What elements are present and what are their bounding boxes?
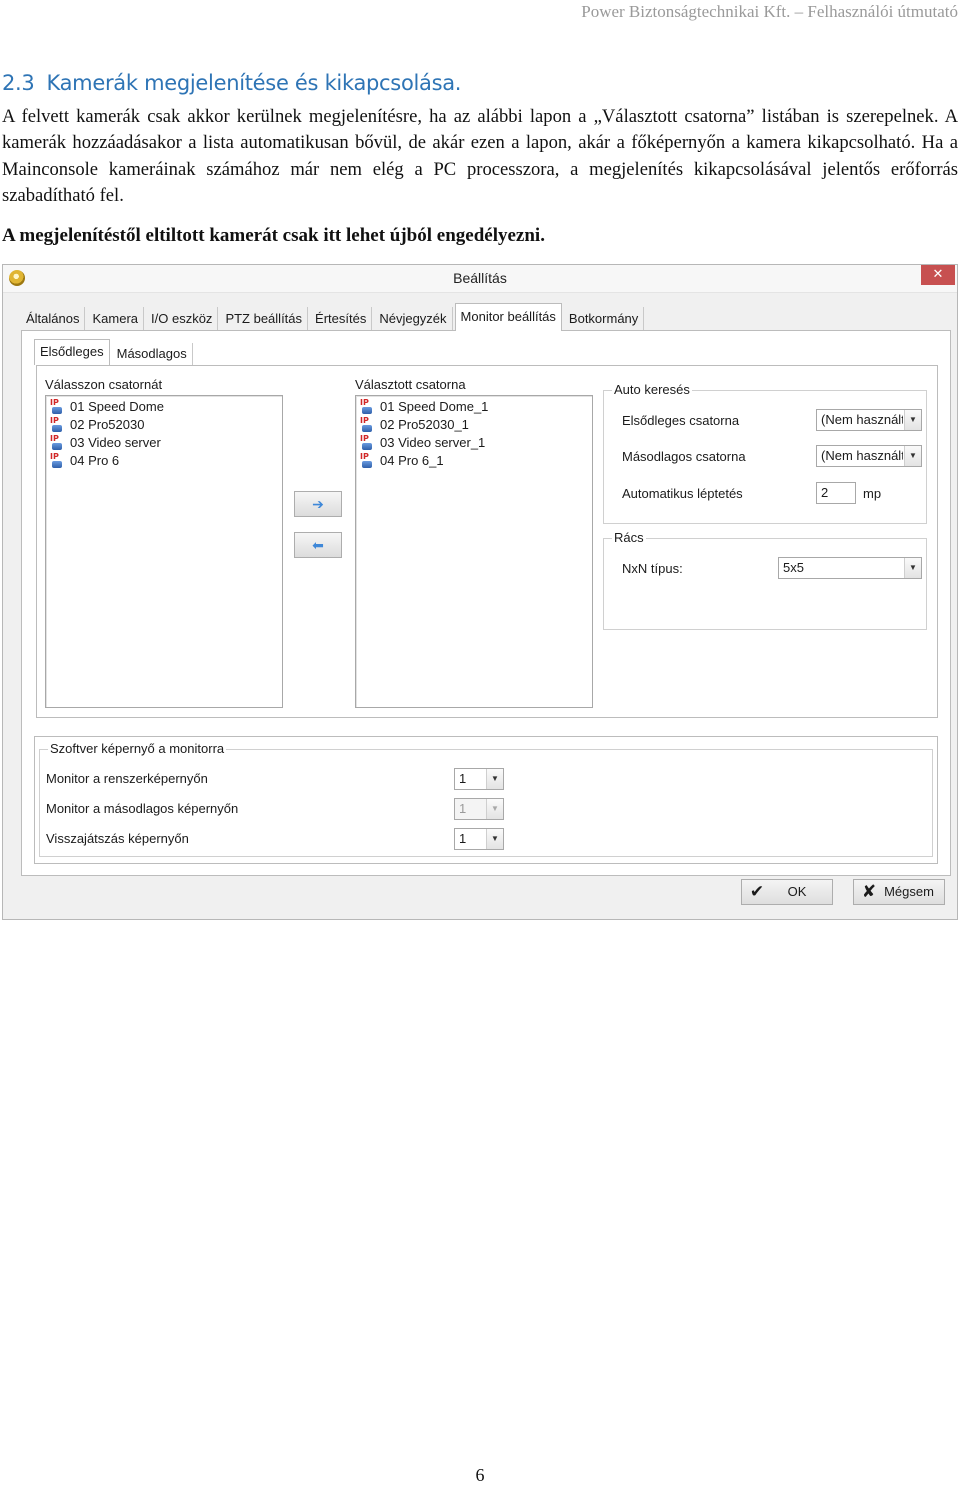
ok-label: OK [787,884,807,899]
software-screen-group: Szoftver képernyő a monitorra Monitor a … [39,741,933,857]
tab-general[interactable]: Általános [21,307,86,331]
list-item[interactable]: IP 02 Pro52030_1 [360,416,469,434]
available-channels-list[interactable]: IP 01 Speed Dome IP 02 Pro52030 IP 03 Video… [45,395,283,708]
secondary-screen-monitor-select: 1 ▼ [454,798,504,820]
tab-joystick[interactable]: Botkormány [564,307,645,331]
remove-channel-button[interactable]: ⬅ [294,532,342,558]
section-heading: 2.3 Kamerák megjelenítése és kikapcsolása… [2,71,461,95]
list-item[interactable]: IP 02 Pro52030 [50,416,144,434]
ip-camera-icon: IP [360,399,375,415]
cancel-button[interactable]: ✘ Mégsem [853,879,945,905]
software-screen-title: Szoftver képernyő a monitorra [48,741,227,756]
tab-directory[interactable]: Névjegyzék [374,307,453,331]
ip-camera-icon: IP [50,417,65,433]
playback-screen-select[interactable]: 1 ▼ [454,828,504,850]
list-item[interactable]: IP 03 Video server [50,434,161,452]
auto-step-unit: mp [863,486,882,501]
subtab-primary[interactable]: Elsődleges [34,339,110,365]
tab-ptz-settings[interactable]: PTZ beállítás [220,307,309,331]
grid-group: Rács NxN típus: 5x5 ▼ [603,530,927,630]
bold-note: A megjelenítéstől eltiltott kamerát csak… [2,225,545,246]
list-item[interactable]: IP 03 Video server_1 [360,434,485,452]
selected-channels-label: Választott csatorna [355,377,466,392]
system-screen-monitor-select[interactable]: 1 ▼ [454,768,504,790]
chevron-down-icon: ▼ [486,769,503,789]
page-number: 6 [475,1465,485,1485]
list-item[interactable]: IP 01 Speed Dome [50,398,164,416]
checkmark-icon: ✔ [749,882,765,902]
chevron-down-icon: ▼ [486,799,503,819]
tab-notification[interactable]: Értesítés [310,307,373,331]
cancel-label: Mégsem [884,884,934,899]
auto-search-group: Auto keresés Elsődleges csatorna (Nem ha… [603,382,927,524]
titlebar: Beállítás ✕ [3,265,957,293]
tabbar: Általános Kamera I/O eszköz PTZ beállítá… [21,303,646,331]
secondary-channel-select[interactable]: (Nem használt) ▼ [816,445,922,467]
chevron-down-icon: ▼ [486,829,503,849]
ip-camera-icon: IP [360,417,375,433]
nxn-type-label: NxN típus: [622,561,683,576]
secondary-screen-monitor-label: Monitor a másodlagos képernyőn [46,801,239,816]
primary-channel-label: Elsődleges csatorna [622,413,740,428]
ip-camera-icon: IP [50,399,65,415]
ip-camera-icon: IP [50,435,65,451]
add-channel-button[interactable]: ➔ [294,491,342,517]
chevron-down-icon: ▼ [904,558,921,578]
secondary-channel-label: Másodlagos csatorna [622,449,746,464]
tab-io-device[interactable]: I/O eszköz [146,307,219,331]
settings-dialog: Beállítás ✕ Általános Kamera I/O eszköz … [2,264,958,920]
dialog-title: Beállítás [453,270,507,286]
subtab-secondary[interactable]: Másodlagos [112,343,193,365]
arrow-right-icon: ➔ [312,496,324,512]
playback-screen-label: Visszajátszás képernyőn [46,831,189,846]
auto-step-input[interactable]: 2 [816,482,856,504]
primary-subpanel: Válasszon csatornát IP 01 Speed Dome IP 02… [36,365,938,718]
tab-monitor-settings[interactable]: Monitor beállítás [454,303,562,331]
list-item[interactable]: IP 04 Pro 6 [50,452,119,470]
close-button[interactable]: ✕ [921,265,955,285]
body-paragraph: A felvett kamerák csak akkor kerülnek me… [2,106,958,206]
section-title: Kamerák megjelenítése és kikapcsolása. [46,71,462,95]
system-screen-monitor-label: Monitor a renszerképernyőn [46,771,208,786]
section-number: 2.3 [2,71,35,95]
list-item[interactable]: IP 04 Pro 6_1 [360,452,444,470]
nxn-type-select[interactable]: 5x5 ▼ [778,557,922,579]
available-channels-label: Válasszon csatornát [45,377,163,392]
auto-step-label: Automatikus léptetés [622,486,743,501]
software-screen-panel: Szoftver képernyő a monitorra Monitor a … [34,736,938,864]
ip-camera-icon: IP [50,453,65,469]
subtabbar: Elsődleges Másodlagos [34,339,195,365]
auto-search-title: Auto keresés [612,382,692,397]
chevron-down-icon: ▼ [904,410,921,430]
ip-camera-icon: IP [360,453,375,469]
chevron-down-icon: ▼ [904,446,921,466]
ok-button[interactable]: ✔ OK [741,879,833,905]
tab-camera[interactable]: Kamera [87,307,145,331]
ip-camera-icon: IP [360,435,375,451]
arrow-left-icon: ⬅ [312,537,324,553]
monitor-settings-panel: Elsődleges Másodlagos Válasszon csatorná… [21,330,951,876]
cross-icon: ✘ [861,882,877,902]
list-item[interactable]: IP 01 Speed Dome_1 [360,398,488,416]
running-header: Power Biztonságtechnikai Kft. – Felhaszn… [581,2,958,21]
selected-channels-list[interactable]: IP 01 Speed Dome_1 IP 02 Pro52030_1 IP 03 V… [355,395,593,708]
primary-channel-select[interactable]: (Nem használt) ▼ [816,409,922,431]
grid-title: Rács [612,530,646,545]
